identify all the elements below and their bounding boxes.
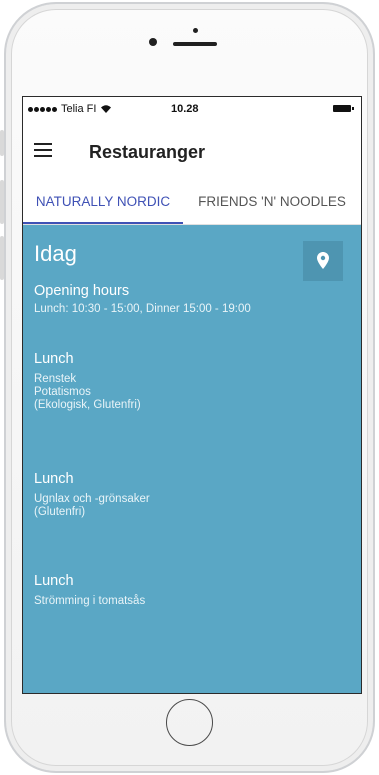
meal-title: Lunch — [34, 471, 74, 487]
tab-naturally-nordic[interactable]: NATURALLY NORDIC — [23, 183, 183, 224]
volume-up-button — [0, 180, 4, 224]
tab-bar: NATURALLY NORDIC FRIENDS 'N' NOODLES — [23, 183, 361, 225]
meal-line: Renstek — [34, 373, 77, 385]
menu-content: Idag Opening hours Lunch: 10:30 - 15:00,… — [23, 225, 361, 693]
status-time: 10.28 — [171, 103, 199, 115]
battery-icon — [333, 105, 354, 112]
signal-dots-icon — [28, 106, 57, 112]
meal-item: Lunch Strömming i tomatsås — [34, 573, 334, 608]
front-camera — [149, 38, 157, 46]
meal-item: Lunch Ugnlax och -grönsaker (Glutenfri) — [34, 471, 334, 519]
meal-line: Potatismos — [34, 386, 91, 398]
opening-hours-text: Lunch: 10:30 - 15:00, Dinner 15:00 - 19:… — [34, 303, 251, 315]
meal-line: Strömming i tomatsås — [34, 595, 146, 607]
earpiece-speaker — [173, 42, 217, 46]
opening-hours-title: Opening hours — [34, 283, 130, 299]
app-screen: Telia FI 10.28 Restauranger NATURALLY NO… — [23, 97, 361, 693]
hamburger-menu-icon[interactable] — [34, 143, 52, 157]
app-title: Restauranger — [89, 142, 206, 162]
active-tab-indicator — [23, 222, 183, 224]
proximity-sensor — [193, 28, 198, 33]
wifi-icon — [101, 105, 112, 113]
meal-line: (Ekologisk, Glutenfri) — [34, 399, 141, 411]
meal-line: Ugnlax och -grönsaker — [34, 493, 150, 505]
status-left: Telia FI — [28, 103, 112, 115]
meal-item: Lunch Renstek Potatismos (Ekologisk, Glu… — [34, 351, 334, 412]
home-button[interactable] — [166, 699, 213, 746]
mute-switch — [0, 130, 4, 156]
app-bar: Restauranger — [23, 121, 361, 183]
volume-down-button — [0, 236, 4, 280]
location-pin-icon — [317, 252, 329, 269]
tab-friends-n-noodles[interactable]: FRIENDS 'N' NOODLES — [183, 183, 361, 224]
map-button[interactable] — [303, 241, 343, 281]
meal-title: Lunch — [34, 573, 74, 589]
status-bar: Telia FI 10.28 — [23, 97, 361, 121]
meal-title: Lunch — [34, 351, 74, 367]
meal-line: (Glutenfri) — [34, 506, 86, 518]
day-title: Idag — [34, 241, 77, 266]
carrier-label: Telia FI — [61, 103, 97, 115]
